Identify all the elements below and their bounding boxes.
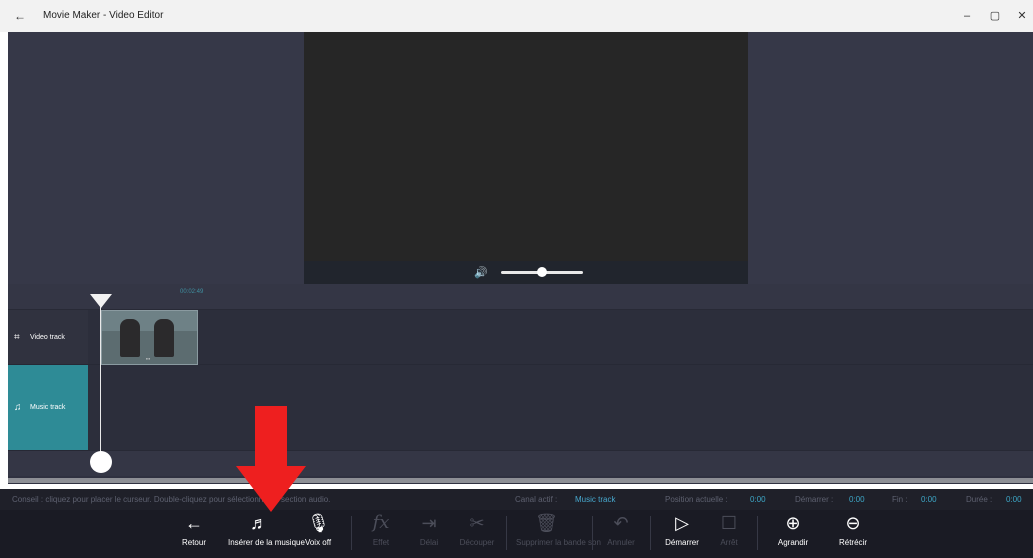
start-label: Démarrer : [795, 495, 834, 504]
undo-icon: ↶ [613, 513, 629, 533]
toolbar-divider [592, 516, 593, 550]
video-track-header[interactable]: ⌗ Video track [8, 310, 88, 365]
playhead-handle[interactable] [90, 451, 112, 473]
video-clip-thumbnail[interactable]: ▪▪▪ [101, 310, 198, 365]
video-track-row[interactable] [88, 310, 1033, 365]
preview-area: 🔊 [8, 32, 1033, 284]
toolbar-divider [506, 516, 507, 550]
annotation-arrow-head [236, 466, 306, 512]
cut-button[interactable]: ✂ Découper [453, 512, 501, 558]
play-icon: ▷ [675, 513, 689, 533]
toolbar-divider [650, 516, 651, 550]
music-track-label: Music track [30, 404, 66, 411]
back-button[interactable]: ← Retour [176, 512, 212, 558]
toolbar-divider [757, 516, 758, 550]
play-button[interactable]: ▷ Démarrer [660, 512, 704, 558]
current-position-value: 0:00 [750, 495, 766, 504]
voice-over-button[interactable]: 🎙 Voix off [298, 512, 338, 558]
music-note-icon: ♫ [14, 402, 22, 413]
volume-slider-thumb[interactable] [537, 267, 547, 277]
fx-icon: fx [372, 512, 390, 533]
clip-stamp: ▪▪▪ [146, 356, 151, 361]
zoom-in-icon: ⊕ [785, 513, 801, 533]
timeline-scrollbar[interactable] [8, 478, 1033, 483]
music-track-header[interactable]: ♫ Music track [8, 365, 88, 451]
title-bar: ← Movie Maker - Video Editor – ▢ ✕ [0, 0, 1033, 32]
music-track-row[interactable] [88, 365, 1033, 451]
active-channel-value: Music track [575, 495, 616, 504]
timeline-ruler[interactable]: 00:02:49 [8, 284, 1033, 310]
clip-figure [154, 319, 174, 357]
speaker-icon[interactable]: 🔊 [474, 267, 492, 279]
zoom-out-icon: ⊖ [845, 513, 861, 533]
insert-music-button[interactable]: ♬ Insérer de la musique [228, 512, 305, 558]
start-value: 0:00 [849, 495, 865, 504]
window-title: Movie Maker - Video Editor [43, 10, 164, 21]
annotation-arrow [255, 406, 287, 468]
status-bar: Conseil : cliquez pour placer le curseur… [0, 489, 1033, 510]
timeline[interactable]: 00:02:49 ⌗ Video track ♫ Music track ▪▪▪ [8, 284, 1033, 484]
playhead-line[interactable] [100, 306, 101, 456]
effect-button[interactable]: fx Effet [366, 512, 396, 558]
clip-background [102, 311, 197, 331]
zoom-in-button[interactable]: ⊕ Agrandir [773, 512, 813, 558]
delay-icon: ⇥ [421, 513, 437, 533]
film-strip-icon: ⌗ [14, 332, 20, 343]
close-button[interactable]: ✕ [1012, 8, 1032, 24]
volume-bar: 🔊 [304, 261, 748, 284]
toolbar-divider [351, 516, 352, 550]
current-position-label: Position actuelle : [665, 495, 728, 504]
back-arrow-icon[interactable]: ← [14, 9, 30, 23]
delay-button[interactable]: ⇥ Délai [414, 512, 444, 558]
bottom-toolbar: ← Retour ♬ Insérer de la musique 🎙 Voix … [0, 510, 1033, 558]
video-preview[interactable] [304, 32, 748, 261]
duration-value: 0:00 [1006, 495, 1022, 504]
music-add-icon: ♬ [250, 513, 268, 533]
timeline-bottom-strip [8, 451, 1033, 476]
duration-label: Durée : [966, 495, 993, 504]
clip-figure [120, 319, 140, 357]
current-time-label: 00:02:49 [180, 289, 204, 295]
stop-button[interactable]: ☐ Arrêt [714, 512, 744, 558]
undo-button[interactable]: ↶ Annuler [602, 512, 640, 558]
video-track-label: Video track [30, 334, 65, 341]
trash-icon: 🗑 [535, 513, 558, 533]
delete-soundtrack-button[interactable]: 🗑 Supprimer la bande son [516, 512, 601, 558]
scissors-icon: ✂ [469, 513, 485, 533]
zoom-out-button[interactable]: ⊖ Rétrécir [832, 512, 874, 558]
end-label: Fin : [892, 495, 908, 504]
active-channel-label: Canal actif : [515, 495, 558, 504]
stop-icon: ☐ [720, 513, 738, 533]
playhead-marker[interactable] [90, 294, 112, 308]
minimize-button[interactable]: – [957, 8, 977, 24]
microphone-icon: 🎙 [307, 513, 330, 533]
maximize-button[interactable]: ▢ [985, 8, 1005, 24]
end-value: 0:00 [921, 495, 937, 504]
arrow-left-icon: ← [185, 513, 203, 533]
